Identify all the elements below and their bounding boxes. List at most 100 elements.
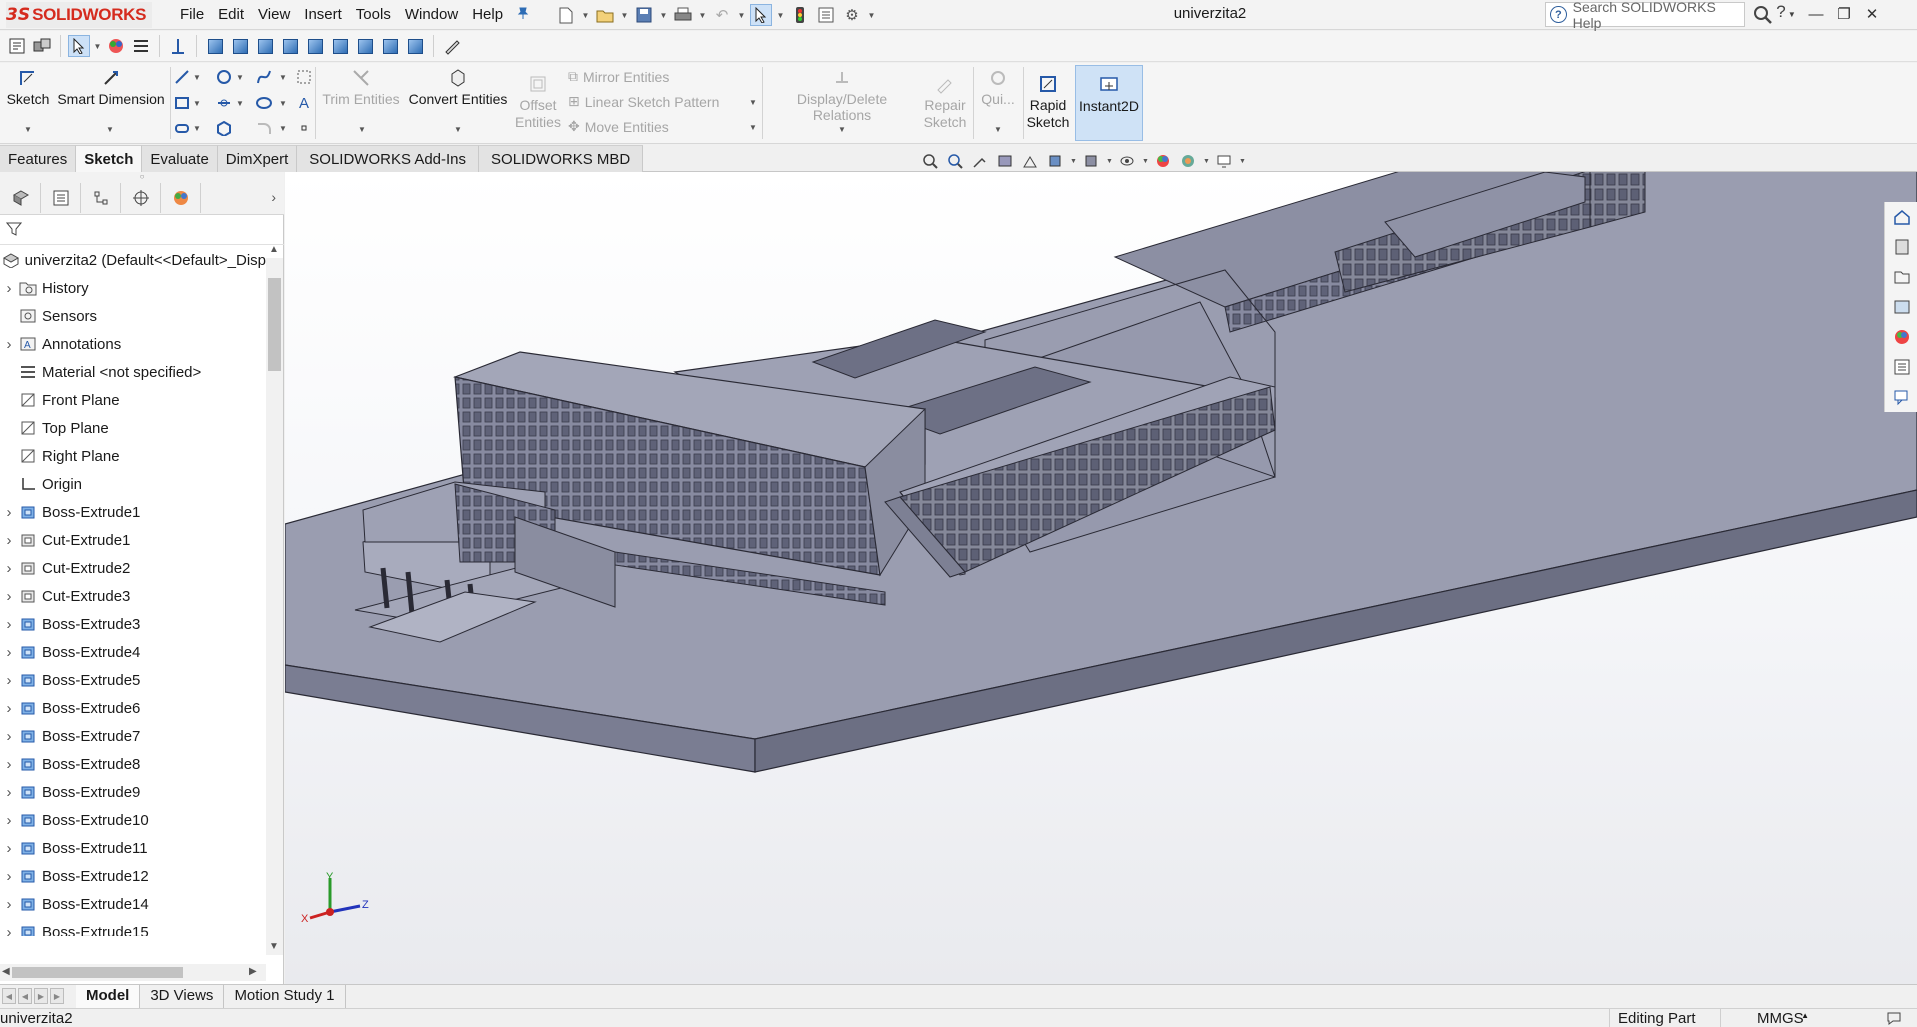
- tree-item-history[interactable]: › History: [0, 274, 266, 302]
- view-orientation-icon[interactable]: [1045, 151, 1065, 171]
- tree-item-front-plane[interactable]: Front Plane: [0, 386, 266, 414]
- circle-icon[interactable]: [214, 68, 234, 86]
- expand-arrow-icon[interactable]: ›: [0, 644, 18, 661]
- prev-tab-arrow-icon[interactable]: ◀: [18, 988, 32, 1004]
- unit-system-selector[interactable]: MMGS ▲: [1720, 1009, 1825, 1027]
- display-manager-tab-icon[interactable]: [161, 182, 201, 213]
- polygon-chain-icon[interactable]: [172, 119, 192, 137]
- select-tool-dropdown-icon[interactable]: ▼: [93, 42, 102, 51]
- sketch-tool-icon[interactable]: [441, 35, 463, 57]
- dimetric-view-icon[interactable]: [404, 35, 426, 57]
- help-search-field[interactable]: ? Search SOLIDWORKS Help: [1545, 0, 1745, 31]
- tree-item-boss-extrude3[interactable]: › Boss-Extrude3: [0, 610, 266, 638]
- expand-arrow-icon[interactable]: ›: [0, 560, 18, 577]
- expand-arrow-icon[interactable]: ›: [0, 728, 18, 745]
- select-tool-icon[interactable]: [68, 35, 90, 57]
- previous-view-icon[interactable]: [970, 151, 990, 171]
- sketch-button[interactable]: Sketch: [4, 67, 52, 107]
- tree-item-boss-extrude4[interactable]: › Boss-Extrude4: [0, 638, 266, 666]
- expand-arrow-icon[interactable]: ›: [0, 588, 18, 605]
- expand-arrow-icon[interactable]: ›: [0, 896, 18, 913]
- offset-entities-button[interactable]: Offset Entities: [512, 73, 564, 131]
- tree-item-boss-extrude6[interactable]: › Boss-Extrude6: [0, 694, 266, 722]
- dynamic-annotation-view-icon[interactable]: [1020, 151, 1040, 171]
- move-entities-button[interactable]: ✥ Move Entities: [568, 118, 669, 135]
- trim-entities-button[interactable]: Trim Entities: [320, 67, 402, 107]
- tab-solidworks-add-ins[interactable]: SOLIDWORKS Add-Ins: [297, 145, 480, 172]
- tab-3d-views[interactable]: 3D Views: [140, 984, 225, 1008]
- expand-arrow-icon[interactable]: ›: [0, 336, 18, 353]
- menu-file[interactable]: File: [173, 0, 211, 30]
- tab-sketch[interactable]: Sketch: [76, 145, 143, 172]
- next-tab-arrow-icon[interactable]: ▶: [34, 988, 48, 1004]
- slot-icon[interactable]: [214, 94, 234, 112]
- rebuild-traffic-light-icon[interactable]: [789, 4, 811, 26]
- zoom-to-fit-icon[interactable]: [920, 151, 940, 171]
- options-dropdown-icon[interactable]: ▼: [867, 11, 876, 20]
- panel-expand-chevron-icon[interactable]: ›: [271, 189, 276, 205]
- smart-dimension-button[interactable]: Smart Dimension: [56, 67, 166, 107]
- ellipse-icon[interactable]: [254, 94, 274, 112]
- undo-dropdown-icon[interactable]: ▼: [737, 11, 746, 20]
- file-properties-icon[interactable]: [815, 4, 837, 26]
- tree-item-boss-extrude11[interactable]: › Boss-Extrude11: [0, 834, 266, 862]
- open-folder-icon[interactable]: [594, 4, 616, 26]
- graphics-area[interactable]: [285, 172, 1917, 984]
- scroll-left-icon[interactable]: ◀: [2, 966, 10, 977]
- view-settings-icon[interactable]: [1214, 151, 1234, 171]
- minimize-icon[interactable]: —: [1802, 6, 1830, 23]
- point-icon[interactable]: [294, 119, 314, 137]
- configuration-manager-tab-icon[interactable]: [81, 182, 121, 213]
- isometric-view-icon[interactable]: [354, 35, 376, 57]
- right-view-icon[interactable]: [279, 35, 301, 57]
- expand-arrow-icon[interactable]: ›: [0, 784, 18, 801]
- menu-help[interactable]: Help: [465, 0, 510, 30]
- back-view-icon[interactable]: [229, 35, 251, 57]
- tree-item-cut-extrude3[interactable]: › Cut-Extrude3: [0, 582, 266, 610]
- trimetric-view-icon[interactable]: [379, 35, 401, 57]
- panel-split-handle[interactable]: ○: [0, 172, 284, 181]
- save-icon[interactable]: [633, 4, 655, 26]
- normal-to-icon[interactable]: [167, 35, 189, 57]
- expand-arrow-icon[interactable]: ›: [0, 616, 18, 633]
- instant2d-button[interactable]: Instant2D: [1075, 65, 1143, 141]
- polygon-icon[interactable]: [214, 119, 234, 137]
- vertical-scroll-thumb[interactable]: [268, 278, 281, 371]
- last-tab-arrow-icon[interactable]: ▶: [50, 988, 64, 1004]
- tree-item-boss-extrude5[interactable]: › Boss-Extrude5: [0, 666, 266, 694]
- sketch-dropdown-icon[interactable]: ▼: [24, 125, 32, 134]
- restore-icon[interactable]: ❐: [1830, 5, 1858, 23]
- edit-appearance-icon[interactable]: [1153, 151, 1173, 171]
- zoom-to-area-icon[interactable]: [945, 151, 965, 171]
- tree-item-boss-extrude14[interactable]: › Boss-Extrude14: [0, 890, 266, 918]
- display-delete-relations-button[interactable]: Display/Delete Relations: [766, 67, 918, 123]
- model-3d-view[interactable]: [285, 172, 1917, 984]
- tab-model[interactable]: Model: [76, 984, 141, 1008]
- expand-arrow-icon[interactable]: ›: [0, 504, 18, 521]
- select-dropdown-icon[interactable]: ▼: [776, 11, 785, 20]
- expand-arrow-icon[interactable]: ›: [0, 868, 18, 885]
- first-tab-arrow-icon[interactable]: ◀: [2, 988, 16, 1004]
- document-icon[interactable]: [6, 35, 28, 57]
- line-icon[interactable]: [172, 68, 192, 86]
- block-icon[interactable]: [294, 68, 314, 86]
- expand-arrow-icon[interactable]: ›: [0, 840, 18, 857]
- repair-sketch-button[interactable]: Repair Sketch: [920, 73, 970, 131]
- options-list-icon[interactable]: [130, 35, 152, 57]
- file-explorer-icon[interactable]: [1885, 262, 1917, 292]
- save-dropdown-icon[interactable]: ▼: [659, 11, 668, 20]
- expand-arrow-icon[interactable]: ›: [0, 532, 18, 549]
- horizontal-scroll-thumb[interactable]: [12, 967, 183, 978]
- tree-item-annotations[interactable]: › A Annotations: [0, 330, 266, 358]
- tree-item-boss-extrude1[interactable]: › Boss-Extrude1: [0, 498, 266, 526]
- tree-filter[interactable]: [0, 215, 284, 245]
- options-gear-icon[interactable]: ⚙: [841, 4, 863, 26]
- view-palette-icon[interactable]: [1885, 292, 1917, 322]
- expand-arrow-icon[interactable]: ›: [0, 280, 18, 297]
- tree-item-boss-extrude15[interactable]: › Boss-Extrude15: [0, 918, 266, 936]
- expand-arrow-icon[interactable]: ›: [0, 924, 18, 937]
- tree-vertical-scrollbar[interactable]: ▲ ▼: [266, 244, 283, 955]
- tab-dimxpert[interactable]: DimXpert: [217, 145, 298, 172]
- linear-sketch-pattern-button[interactable]: ⊞ Linear Sketch Pattern: [568, 93, 719, 110]
- status-tooltip-icon[interactable]: [1886, 1010, 1902, 1027]
